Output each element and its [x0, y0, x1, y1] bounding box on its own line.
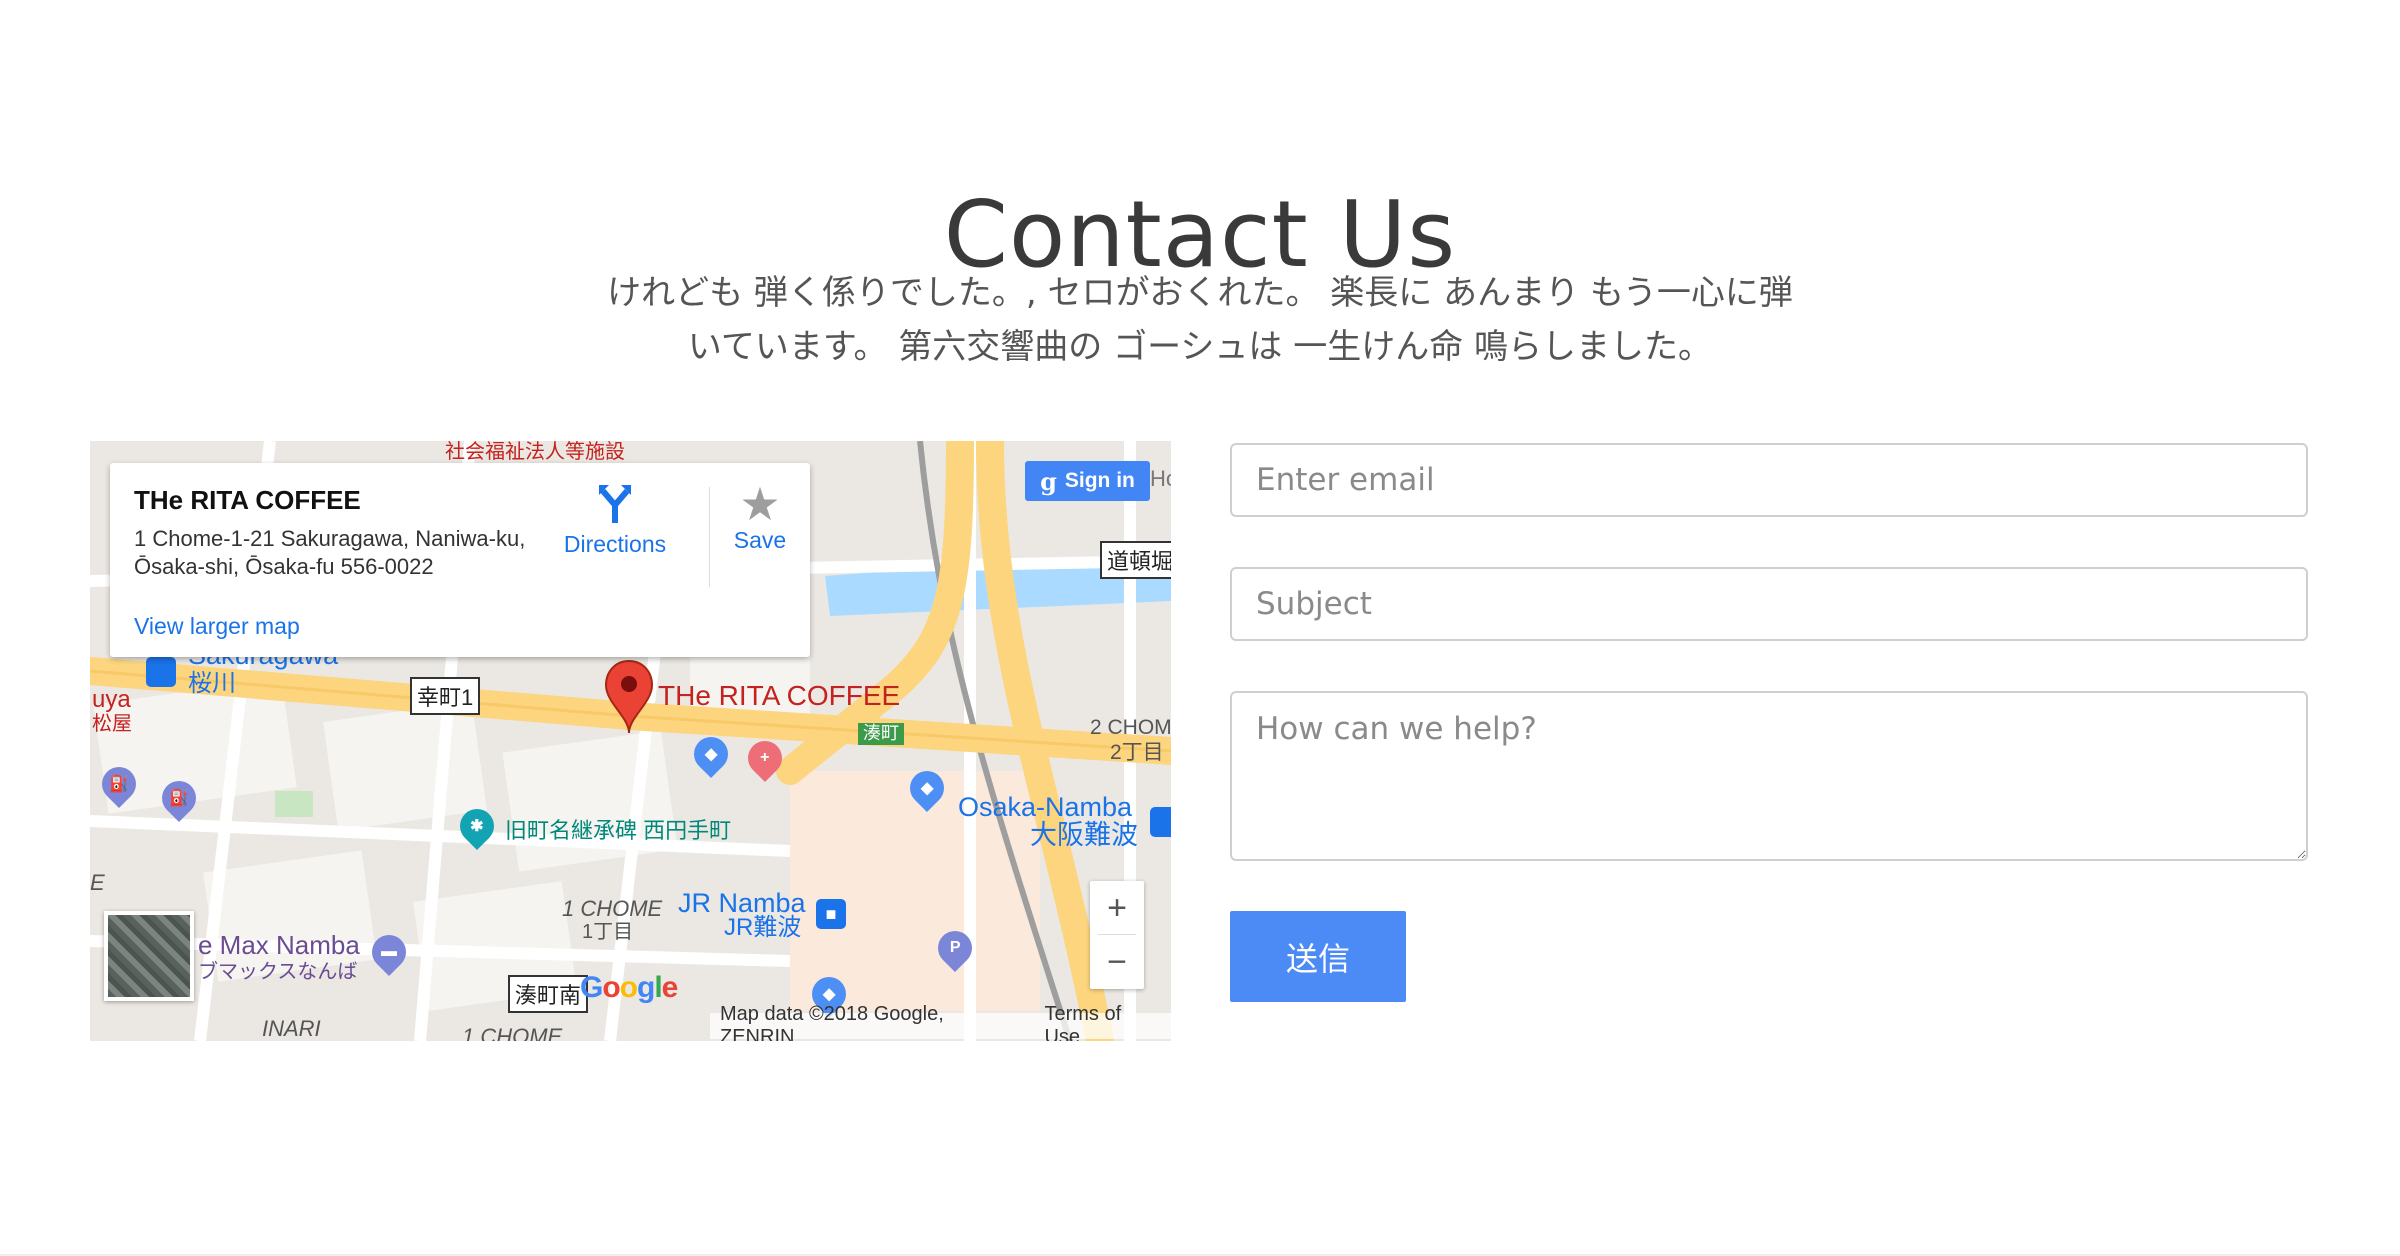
map-label-sakuragawa-jp: 桜川 [188, 670, 236, 697]
zoom-divider [1098, 934, 1136, 935]
map-label-minatomachi-minami: 湊町南 [508, 975, 589, 1013]
map-label-kyuchou: 旧町名継承碑 西円手町 [505, 818, 732, 843]
map-label-hc: Hc [1150, 466, 1171, 491]
map-label-matsuya: 松屋 [92, 713, 132, 735]
zoom-control: + − [1090, 881, 1144, 989]
place-info-card: THe RITA COFFEE 1 Chome-1-21 Sakuragawa,… [110, 463, 810, 657]
train-station-icon[interactable]: ■ [816, 899, 846, 929]
info-divider [709, 487, 710, 587]
google-logo: Google [580, 971, 678, 1004]
map-label-e: E [90, 870, 105, 895]
map-marker-label: THe RITA COFFEE [658, 680, 901, 711]
map-label-osaka-namba: Osaka-Namba [958, 792, 1133, 822]
train-station-icon[interactable] [1150, 807, 1171, 837]
map-label-dotonbori: 道頓堀 [1100, 541, 1171, 579]
save-label: Save [733, 527, 787, 553]
intro-line-1: けれども 弾く係りでした。, セロがおくれた。 楽長に あんまり もう一心に弾 [607, 273, 1793, 313]
map-label-top: 社会福祉法人等施設 [445, 441, 625, 463]
intro-line-2: いています。 第六交響曲の ゴーシュは 一生けん命 鳴らしました。 [687, 327, 1713, 367]
map-label-inari: INARI [262, 1016, 321, 1041]
map-label-2chome-jp: 2丁目 [1110, 741, 1164, 764]
map-label-2chome: 2 CHOME [1090, 716, 1171, 739]
map-label-kouchou: 幸町1 [410, 677, 481, 715]
map-label-uya: uya [92, 686, 131, 713]
star-icon: ★ [739, 478, 781, 530]
message-field[interactable] [1230, 691, 2308, 861]
zoom-out-button[interactable]: − [1090, 935, 1144, 989]
map-label-1chome: 1 CHOME [562, 896, 663, 921]
intro-text: けれども 弾く係りでした。, セロがおくれた。 楽長に あんまり もう一心に弾 … [560, 266, 1840, 374]
map-label-osaka-namba-jp: 大阪難波 [1030, 820, 1138, 850]
subject-field[interactable] [1230, 567, 2308, 641]
map-label-1chome-bottom: 1 CHOME [462, 1024, 563, 1041]
place-marker-icon[interactable] [604, 659, 654, 735]
email-field[interactable] [1230, 443, 2308, 517]
sign-in-label: Sign in [1064, 469, 1135, 492]
map-label-max-namba: e Max Namba [198, 930, 360, 960]
map-label-max-namba-jp: ブマックスなんば [198, 961, 358, 983]
view-larger-map-link[interactable]: View larger map [134, 613, 300, 640]
save-button[interactable]: ★ Save [720, 481, 800, 554]
map-label-1chome-jp: 1丁目 [582, 921, 634, 943]
map-label-jr-namba-jp: JR難波 [724, 914, 802, 941]
google-g-icon: g [1040, 466, 1057, 496]
train-station-icon[interactable] [146, 657, 176, 687]
submit-button[interactable]: 送信 [1230, 911, 1406, 1002]
directions-label: Directions [563, 531, 667, 557]
sign-in-button[interactable]: g Sign in [1025, 461, 1150, 501]
map-label-minatomachi: 湊町 [858, 723, 904, 745]
satellite-view-toggle[interactable] [104, 911, 194, 1001]
place-name: THe RITA COFFEE [134, 485, 361, 515]
zoom-in-button[interactable]: + [1090, 881, 1144, 935]
google-map-embed[interactable]: 社会福祉法人等施設 Sakuragawa 桜川 uya 松屋 幸町1 道頓堀 T… [90, 441, 1171, 1041]
map-data-credit: Map data ©2018 Google, ZENRIN [720, 1003, 944, 1041]
directions-button[interactable]: Directions [550, 481, 680, 558]
place-address: 1 Chome-1-21 Sakuragawa, Naniwa-ku, Ōsak… [134, 526, 526, 579]
directions-icon [599, 485, 631, 523]
terms-of-use-link[interactable]: Terms of Use [1044, 1003, 1161, 1041]
map-attribution: Map data ©2018 Google, ZENRIN Terms of U… [710, 1003, 1171, 1041]
